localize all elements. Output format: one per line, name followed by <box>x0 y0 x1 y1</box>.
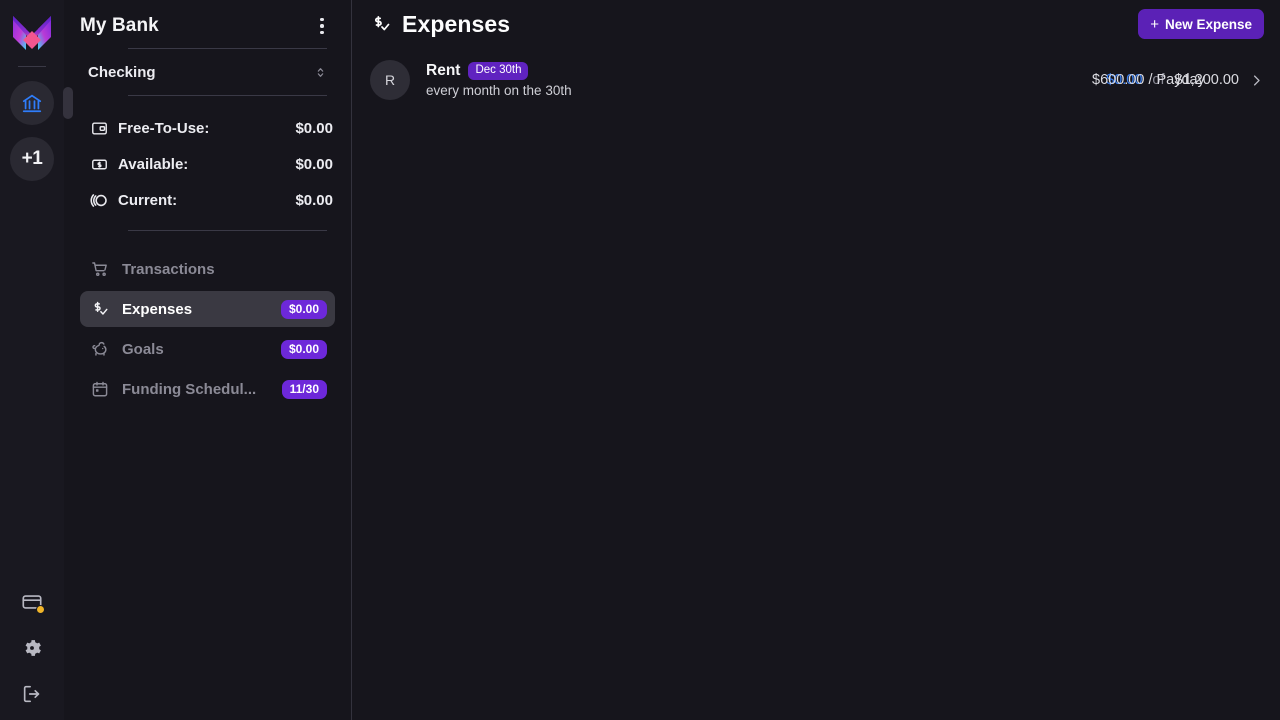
balance-amount: $0.00 <box>295 191 333 209</box>
piggy-bank-icon <box>90 339 110 359</box>
balance-amount: $0.00 <box>295 155 333 173</box>
balance-label: Free-To-Use: <box>118 119 210 137</box>
banknote-icon <box>88 153 110 175</box>
rail-institution-button[interactable] <box>10 81 73 125</box>
page-title: Expenses <box>402 10 511 37</box>
kebab-dot <box>320 17 324 22</box>
balance-amount: $0.00 <box>295 119 333 137</box>
sidebar-nav: Transactions Expenses $0.00 Goals $0.00 … <box>80 251 335 407</box>
rail-more-accounts-label: +1 <box>21 148 43 169</box>
sidebar-item-badge: 11/30 <box>281 379 327 399</box>
plus-icon: + <box>1150 15 1159 33</box>
balance-row-free-to-use: Free-To-Use: $0.00 <box>80 110 335 146</box>
sidebar-item-badge: $0.00 <box>280 299 327 319</box>
expense-title-line: Rent Dec 30th <box>426 61 572 81</box>
dollar-check-icon <box>370 13 392 35</box>
main-header: Expenses + New Expense <box>352 0 1280 48</box>
expense-row-inner: R Rent Dec 30th every month on the 30th … <box>370 60 1264 100</box>
kebab-dot <box>320 30 324 35</box>
rail-bottom-group <box>0 586 64 710</box>
sidebar-item-funding-schedule[interactable]: Funding Schedul... 11/30 <box>80 371 335 407</box>
account-name: Checking <box>88 63 156 81</box>
sidebar-divider-bottom <box>128 230 327 231</box>
shopping-cart-icon <box>90 259 110 279</box>
balance-list: Free-To-Use: $0.00 Available: $0.00 Curr… <box>80 96 335 218</box>
rail-divider <box>18 66 46 67</box>
balance-row-available: Available: $0.00 <box>80 146 335 182</box>
icon-rail: +1 <box>0 0 73 720</box>
expense-info: Rent Dec 30th every month on the 30th <box>426 61 572 99</box>
gear-icon <box>25 640 41 656</box>
sidebar-item-label: Goals <box>122 340 164 358</box>
expense-recurrence: every month on the 30th <box>426 83 572 99</box>
balance-label: Current: <box>118 191 178 209</box>
balance-label: Available: <box>118 155 189 173</box>
chevron-up-down-icon <box>317 67 324 77</box>
monarch-logo-icon <box>13 16 51 50</box>
kebab-dot <box>320 24 324 28</box>
sidebar-item-label: Funding Schedul... <box>122 380 257 398</box>
app-root: +1 My Bank Checking Free-To-Use: $0.00 A… <box>0 0 1280 720</box>
expense-name: Rent <box>426 62 461 79</box>
new-expense-label: New Expense <box>1164 16 1252 32</box>
sidebar-item-expenses[interactable]: Expenses $0.00 <box>80 291 335 327</box>
expense-rate: $600.00 / Payday <box>1092 72 1205 88</box>
coins-icon <box>88 189 110 211</box>
sidebar-item-badge: $0.00 <box>280 339 327 359</box>
sidebar-item-transactions[interactable]: Transactions <box>80 251 335 287</box>
dollar-check-icon <box>90 299 110 319</box>
logout-button[interactable] <box>16 678 48 710</box>
balance-row-current: Current: $0.00 <box>80 182 335 218</box>
account-selector[interactable]: Checking <box>80 49 335 95</box>
notification-dot-badge <box>36 605 45 614</box>
sidebar-header: My Bank <box>80 0 335 48</box>
calendar-icon <box>90 379 110 399</box>
expense-row[interactable]: R Rent Dec 30th every month on the 30th … <box>352 48 1280 112</box>
chevron-right-icon[interactable] <box>1249 73 1264 88</box>
avatar: R <box>370 60 410 100</box>
logout-icon <box>23 685 40 703</box>
wallet-icon <box>88 117 110 139</box>
settings-button[interactable] <box>16 632 48 664</box>
sidebar-item-goals[interactable]: Goals $0.00 <box>80 331 335 367</box>
due-date-badge: Dec 30th <box>468 61 529 81</box>
more-options-button[interactable] <box>309 13 335 39</box>
bank-icon <box>22 94 42 113</box>
sidebar: My Bank Checking Free-To-Use: $0.00 Avai… <box>64 0 352 720</box>
sidebar-title: My Bank <box>80 15 159 36</box>
sidebar-item-label: Expenses <box>122 300 193 318</box>
credit-card-button[interactable] <box>16 586 48 618</box>
sidebar-item-label: Transactions <box>122 260 215 278</box>
rail-more-accounts-button[interactable]: +1 <box>10 137 54 181</box>
main-content: Expenses + New Expense R Rent Dec 30th e… <box>352 0 1280 720</box>
new-expense-button[interactable]: + New Expense <box>1138 9 1264 39</box>
avatar-initial: R <box>384 72 396 88</box>
